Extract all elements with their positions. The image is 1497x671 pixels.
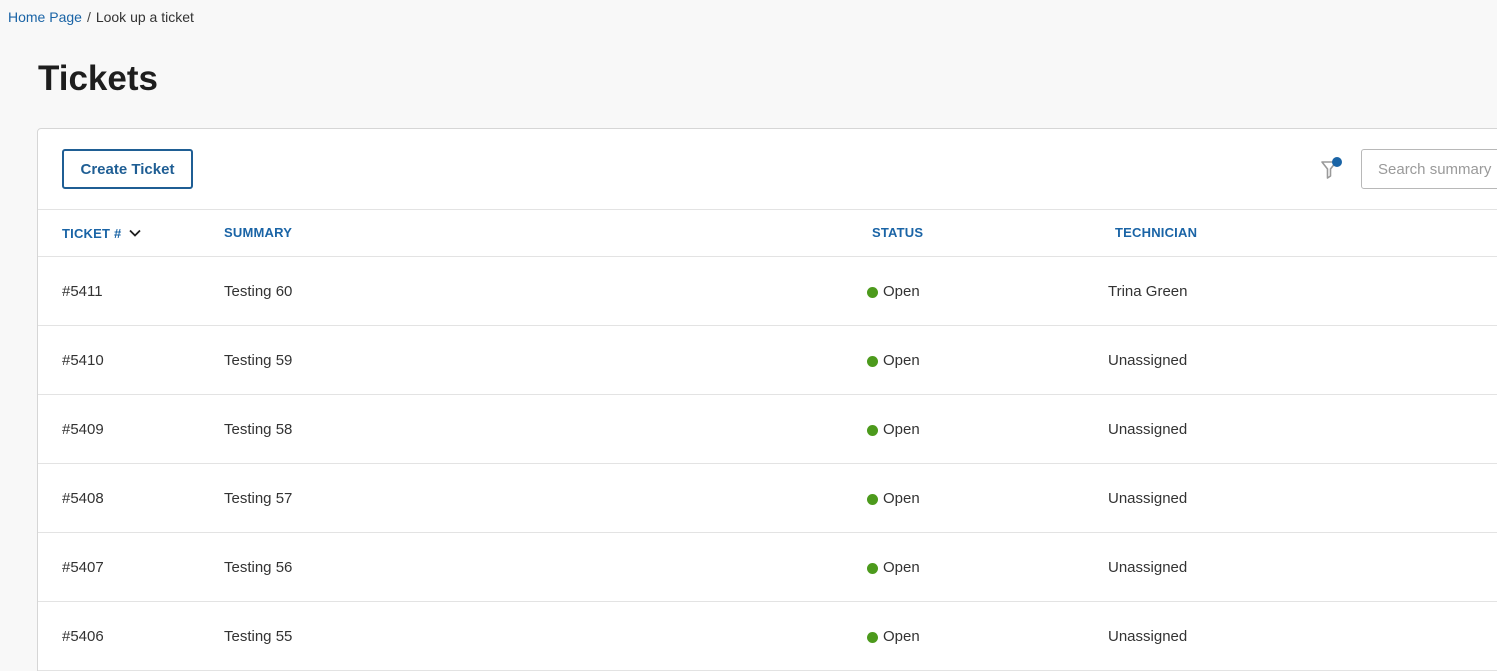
column-header-ticket-label: TICKET # xyxy=(62,225,122,241)
column-header-ticket[interactable]: TICKET # xyxy=(62,225,143,241)
filter-active-dot xyxy=(1332,157,1342,167)
ticket-status: Open xyxy=(867,421,920,439)
ticket-technician: Unassigned xyxy=(1108,490,1188,507)
ticket-status-label: Open xyxy=(883,421,920,438)
ticket-number: #5406 xyxy=(62,628,104,645)
ticket-number: #5409 xyxy=(62,421,104,438)
ticket-status: Open xyxy=(867,490,920,508)
create-ticket-button[interactable]: Create Ticket xyxy=(62,149,193,189)
ticket-summary: Testing 58 xyxy=(224,421,293,438)
ticket-status: Open xyxy=(867,628,920,646)
ticket-status-label: Open xyxy=(883,490,920,507)
column-header-technician-label: TECHNICIAN xyxy=(1115,225,1198,240)
column-header-summary-label: SUMMARY xyxy=(224,225,293,240)
status-dot-icon xyxy=(867,562,878,574)
column-header-status[interactable]: STATUS xyxy=(872,225,923,240)
ticket-number: #5411 xyxy=(62,283,103,300)
ticket-number: #5410 xyxy=(62,352,104,369)
ticket-status: Open xyxy=(867,283,920,301)
status-dot-icon xyxy=(867,631,878,643)
breadcrumb-separator: / xyxy=(86,9,91,25)
breadcrumb: Home Page / Look up a ticket xyxy=(8,8,194,26)
ticket-technician: Unassigned xyxy=(1108,352,1188,369)
ticket-summary: Testing 55 xyxy=(224,628,293,645)
status-dot-icon xyxy=(867,355,878,367)
ticket-summary: Testing 60 xyxy=(224,283,293,300)
table-row[interactable]: #5406 Testing 55 Open Unassigned xyxy=(38,602,1497,671)
column-header-status-label: STATUS xyxy=(872,225,924,240)
table-row[interactable]: #5410 Testing 59 Open Unassigned xyxy=(38,326,1497,395)
table-row[interactable]: #5407 Testing 56 Open Unassigned xyxy=(38,533,1497,602)
search-input[interactable] xyxy=(1361,149,1497,189)
table-row[interactable]: #5411 Testing 60 Open Trina Green xyxy=(38,257,1497,326)
ticket-summary: Testing 59 xyxy=(224,352,293,369)
table-row[interactable]: #5408 Testing 57 Open Unassigned xyxy=(38,464,1497,533)
table-row[interactable]: #5409 Testing 58 Open Unassigned xyxy=(38,395,1497,464)
page-title: Tickets xyxy=(38,59,158,98)
ticket-list: #5411 Testing 60 Open Trina Green #5410 … xyxy=(38,257,1497,671)
ticket-status: Open xyxy=(867,352,920,370)
breadcrumb-current: Look up a ticket xyxy=(95,9,194,25)
ticket-status-label: Open xyxy=(883,283,920,300)
ticket-status-label: Open xyxy=(883,559,920,576)
status-dot-icon xyxy=(867,493,878,505)
ticket-status-label: Open xyxy=(883,352,920,369)
ticket-technician: Unassigned xyxy=(1108,559,1188,576)
ticket-technician: Trina Green xyxy=(1108,283,1188,300)
column-header-technician[interactable]: TECHNICIAN xyxy=(1115,225,1197,240)
ticket-status-label: Open xyxy=(883,628,920,645)
ticket-number: #5407 xyxy=(62,559,104,576)
tickets-card: Create Ticket TICKET # SUMMARY STATUS TE… xyxy=(37,128,1497,671)
ticket-technician: Unassigned xyxy=(1108,421,1188,438)
status-dot-icon xyxy=(867,424,878,436)
ticket-technician: Unassigned xyxy=(1108,628,1188,645)
ticket-summary: Testing 56 xyxy=(224,559,293,576)
breadcrumb-home-link[interactable]: Home Page xyxy=(8,8,82,26)
column-header-summary[interactable]: SUMMARY xyxy=(224,225,292,240)
ticket-status: Open xyxy=(867,559,920,577)
chevron-down-icon xyxy=(129,229,142,237)
ticket-summary: Testing 57 xyxy=(224,490,293,507)
status-dot-icon xyxy=(867,286,878,298)
table-header: TICKET # SUMMARY STATUS TECHNICIAN xyxy=(38,209,1497,257)
filter-button[interactable] xyxy=(1319,157,1343,183)
ticket-number: #5408 xyxy=(62,490,104,507)
